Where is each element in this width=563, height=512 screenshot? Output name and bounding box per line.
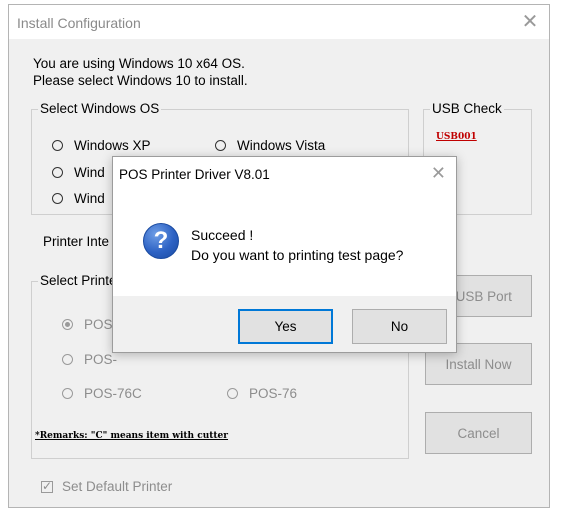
radio-printer-pos-76[interactable]: POS-76 (227, 386, 297, 401)
dialog-title: POS Printer Driver V8.01 (119, 167, 270, 182)
radio-label: POS-76 (249, 386, 298, 401)
radio-icon (52, 193, 63, 204)
radio-label: Wind (74, 165, 105, 180)
question-icon: ? (143, 223, 179, 259)
radio-windows-xp[interactable]: Windows XP (52, 138, 151, 153)
radio-printer-2[interactable]: POS- (62, 352, 117, 367)
radio-printer-pos-76c[interactable]: POS-76C (62, 386, 142, 401)
cancel-button[interactable]: Cancel (425, 412, 532, 454)
close-icon[interactable]: ✕ (431, 163, 446, 184)
radio-printer-1[interactable]: POS- (62, 317, 117, 332)
radio-icon (227, 388, 238, 399)
radio-icon (62, 319, 73, 330)
radio-icon (62, 388, 73, 399)
printer-interface-label: Printer Inte (43, 234, 110, 249)
radio-windows-option-3[interactable]: Wind (52, 165, 105, 180)
close-icon[interactable]: ✕ (519, 11, 541, 33)
radio-label: POS-76C (84, 386, 142, 401)
radio-icon (52, 167, 63, 178)
usb-check-label: USB Check (430, 101, 504, 116)
pos-printer-driver-dialog: POS Printer Driver V8.01 ✕ ? Succeed ! D… (112, 156, 457, 353)
no-button[interactable]: No (352, 309, 447, 344)
select-printer-label: Select Printe (38, 273, 119, 288)
set-default-printer-checkbox[interactable]: Set Default Printer (41, 479, 172, 494)
window-titlebar: Install Configuration ✕ (9, 5, 549, 39)
radio-label: POS- (84, 352, 118, 367)
os-info-line2: Please select Windows 10 to install. (33, 73, 248, 88)
dialog-body: ? Succeed ! Do you want to printing test… (113, 191, 456, 296)
radio-icon (215, 140, 226, 151)
dialog-footer: Yes No (113, 296, 456, 352)
os-info-line1: You are using Windows 10 x64 OS. (33, 56, 245, 71)
select-windows-os-label: Select Windows OS (38, 101, 162, 116)
radio-label: Windows Vista (237, 138, 326, 153)
set-default-printer-label: Set Default Printer (62, 479, 173, 494)
radio-icon (62, 354, 73, 365)
checkbox-check-icon (41, 479, 53, 493)
remarks-text: *Remarks: "C" means item with cutter (35, 431, 229, 441)
radio-windows-vista[interactable]: Windows Vista (215, 138, 325, 153)
dialog-message-line1: Succeed ! (191, 227, 254, 243)
radio-icon (52, 140, 63, 151)
dialog-message-line2: Do you want to printing test page? (191, 247, 404, 263)
radio-label: Wind (74, 191, 105, 206)
window-title: Install Configuration (17, 15, 141, 31)
radio-label: Windows XP (74, 138, 151, 153)
radio-windows-option-4[interactable]: Wind (52, 191, 105, 206)
yes-button[interactable]: Yes (238, 309, 333, 344)
usb-device-text: USB001 (436, 132, 477, 142)
